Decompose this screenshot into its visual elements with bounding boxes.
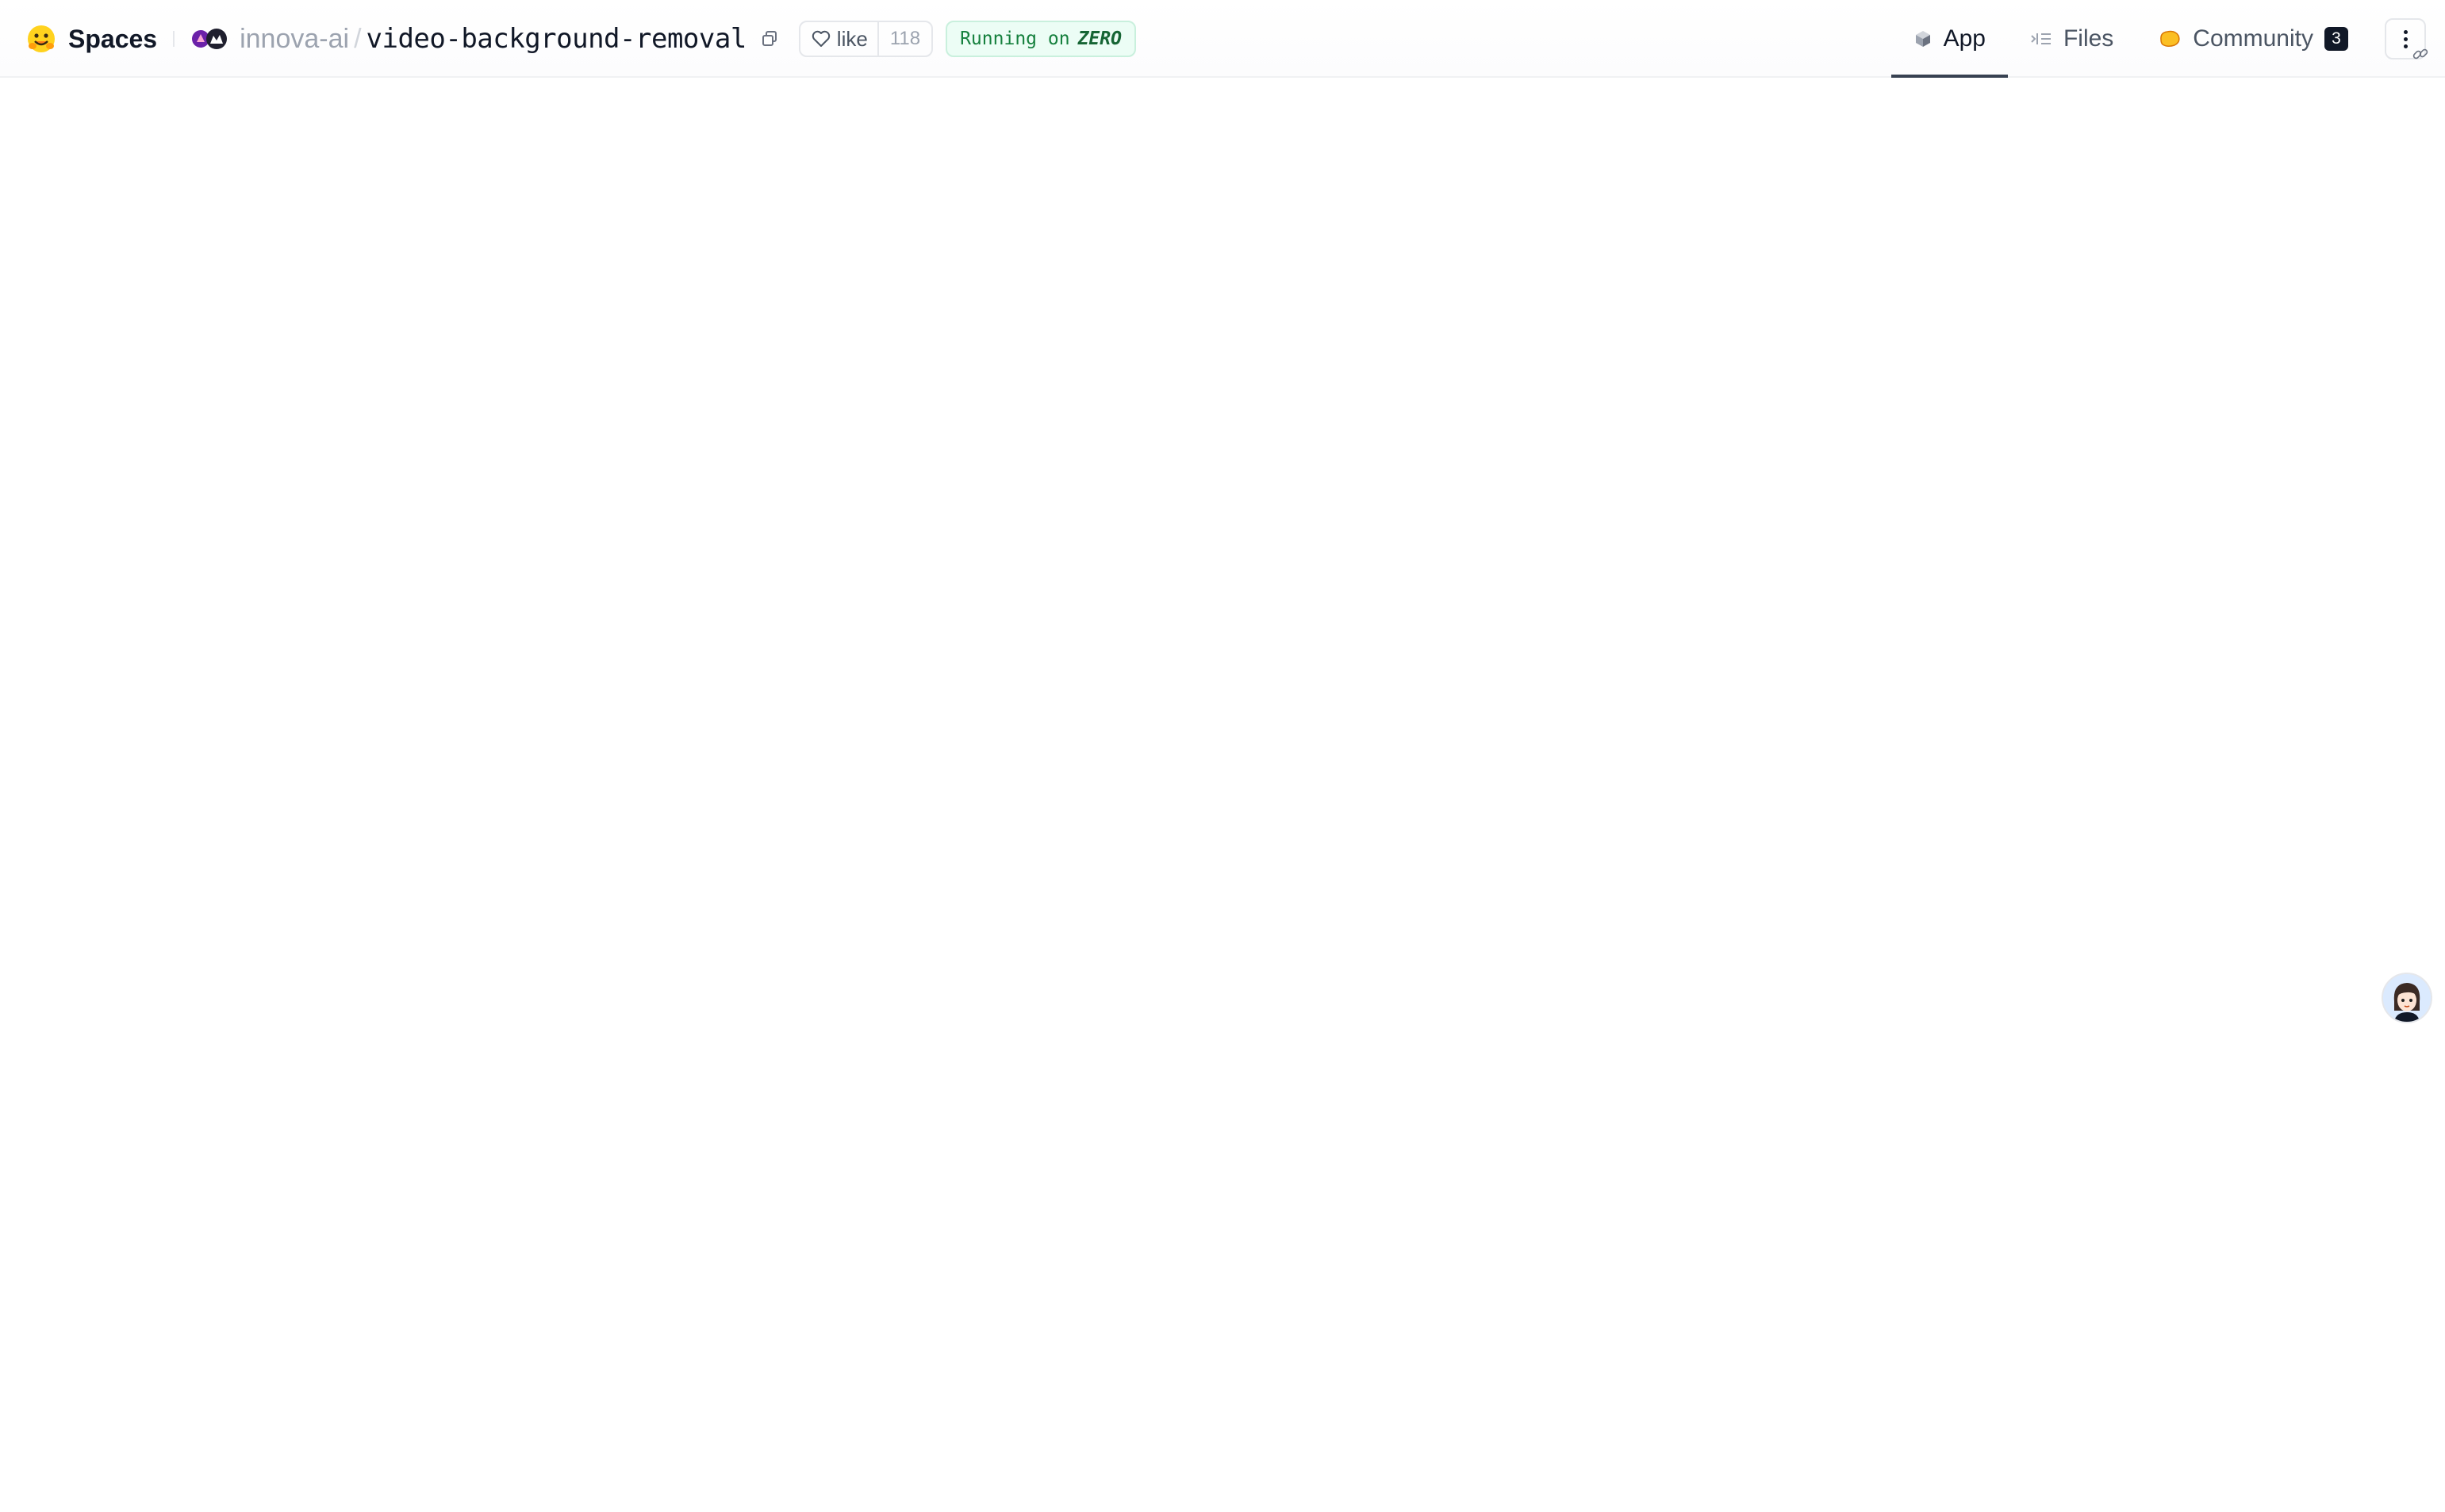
- app-content-frame[interactable]: [0, 78, 2445, 1512]
- path-separator: /: [354, 23, 362, 54]
- community-count-badge: 3: [2324, 27, 2348, 51]
- like-label: like: [836, 26, 868, 51]
- tab-files-label: Files: [2063, 25, 2114, 52]
- tab-app[interactable]: App: [1890, 0, 2009, 78]
- hugging-face-logo-icon[interactable]: [25, 23, 57, 55]
- tab-files[interactable]: Files: [2008, 0, 2136, 78]
- heart-icon: [812, 30, 830, 47]
- more-options-button[interactable]: [2385, 18, 2428, 59]
- vertical-dots-icon: [2403, 29, 2408, 48]
- org-avatar-icon[interactable]: [190, 26, 230, 52]
- spaces-link[interactable]: Spaces: [68, 25, 157, 54]
- assistant-avatar-icon: [2383, 974, 2431, 1022]
- copy-repo-name-button[interactable]: [758, 27, 781, 51]
- tab-community[interactable]: Community 3: [2136, 0, 2370, 78]
- repo-name-link[interactable]: video-background-removal: [367, 23, 747, 55]
- status-hardware: ZERO: [1077, 29, 1122, 49]
- link-icon: [2412, 48, 2428, 59]
- owner-link[interactable]: innova-ai: [240, 24, 349, 55]
- space-header: Spaces innova-ai / video-background-remo…: [0, 0, 2445, 78]
- runtime-status-badge[interactable]: Running on ZERO: [946, 21, 1136, 57]
- files-icon: [2031, 33, 2051, 44]
- status-prefix: Running on: [960, 29, 1070, 49]
- space-tabs: App Files Community 3: [1890, 0, 2445, 78]
- header-divider: [173, 31, 175, 47]
- like-group: like 118: [798, 21, 934, 57]
- copy-icon: [762, 31, 777, 46]
- community-icon: [2160, 30, 2180, 48]
- like-button[interactable]: like: [800, 22, 877, 56]
- tab-app-label: App: [1943, 25, 1986, 52]
- tab-community-label: Community: [2193, 25, 2313, 52]
- cube-icon: [1915, 31, 1930, 47]
- assistant-avatar[interactable]: [2382, 973, 2432, 1023]
- like-count[interactable]: 118: [877, 22, 931, 56]
- space-title-bar: Spaces innova-ai / video-background-remo…: [25, 0, 1136, 78]
